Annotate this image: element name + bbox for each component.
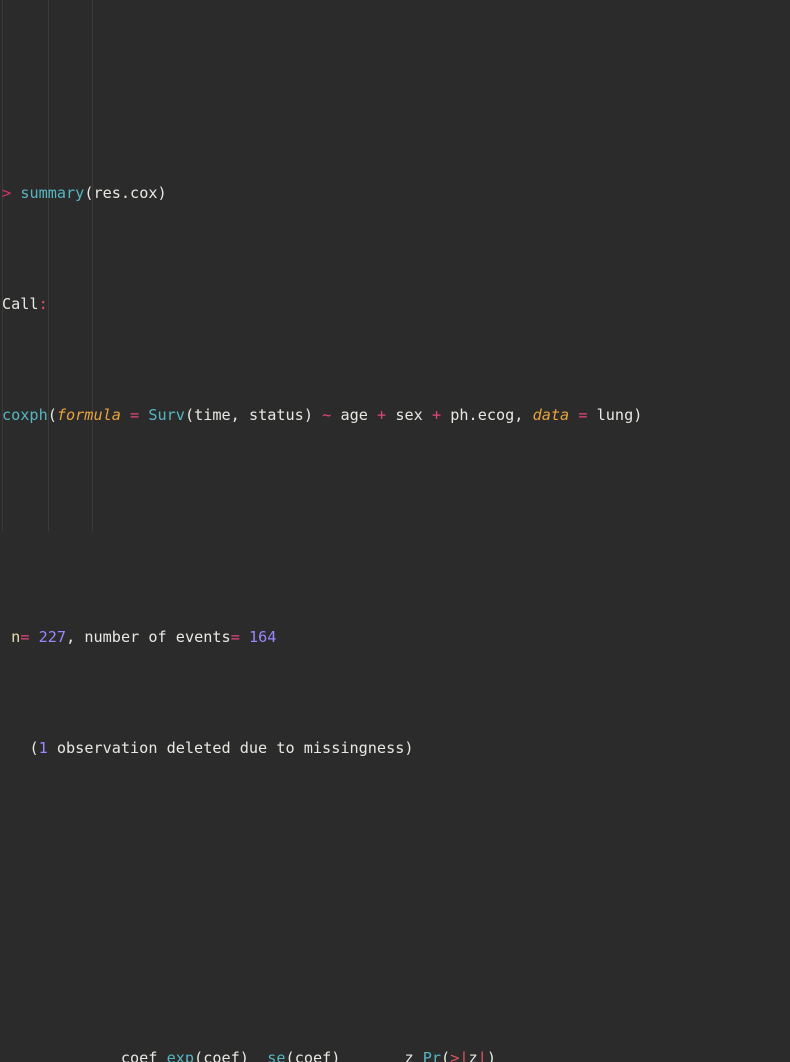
formula-term-sex: sex <box>395 405 423 424</box>
sp <box>386 406 395 424</box>
surv-arguments: time, status <box>194 405 304 424</box>
coxph-function-name: coxph <box>2 405 48 424</box>
note-text: observation deleted due to missingness) <box>47 738 414 757</box>
sp <box>569 406 578 424</box>
coef-table-header: coef exp(coef) se(coef) z Pr(>|z|) <box>2 1047 790 1062</box>
header-pipe-left: | <box>459 1049 469 1062</box>
indent-guide-0 <box>2 0 3 531</box>
header-se-fn: se <box>267 1049 286 1062</box>
formula-term-age: age <box>340 405 368 424</box>
summary-argument: res.cox <box>93 183 158 202</box>
header-exp-fn: exp <box>166 1049 195 1062</box>
plus-operator-2: + <box>431 405 442 424</box>
indent-guide-1 <box>48 0 49 531</box>
note-count: 1 <box>38 738 48 757</box>
close-paren: ) <box>157 183 167 202</box>
formula-equals: = <box>130 405 140 424</box>
paren: ) <box>239 1049 249 1062</box>
header-se-arg: coef <box>294 1049 332 1062</box>
call-expression-line: coxph(formula = Surv(time, status) ~ age… <box>2 404 790 426</box>
sp <box>75 628 84 646</box>
sp <box>313 406 322 424</box>
sp <box>157 1049 166 1062</box>
sp <box>423 406 432 424</box>
tilde-operator: ~ <box>322 405 332 424</box>
events-equals: = <box>230 627 240 646</box>
call-label: Call <box>2 294 39 313</box>
data-argument-name: data <box>532 405 570 424</box>
sp <box>340 1049 404 1062</box>
sp <box>139 406 148 424</box>
header-z-inner: z <box>468 1049 478 1062</box>
sp <box>249 1049 267 1062</box>
sp <box>29 628 38 646</box>
prompt-symbol: > <box>2 183 12 202</box>
sp <box>240 628 249 646</box>
missingness-note-line: (1 observation deleted due to missingnes… <box>2 737 790 759</box>
header-gt-sign: > <box>450 1049 460 1062</box>
sample-size-line: n= 227, number of events= 164 <box>2 626 790 648</box>
n-label: n <box>11 627 21 646</box>
events-value: 164 <box>249 627 277 646</box>
pad <box>2 1049 121 1062</box>
paren: ( <box>441 1049 451 1062</box>
header-coef: coef <box>120 1049 158 1062</box>
call-colon: : <box>38 294 48 313</box>
n-comma: , <box>66 627 76 646</box>
surv-open-paren: ( <box>184 405 195 424</box>
formula-argument-name: formula <box>56 405 121 424</box>
summary-function-name: summary <box>20 183 85 202</box>
header-pr-fn: Pr <box>422 1049 442 1062</box>
r-console-output[interactable]: > summary(res.cox) Call: coxph(formula =… <box>0 0 790 1062</box>
sp <box>587 406 596 424</box>
header-pipe-right: | <box>477 1049 487 1062</box>
coxph-close-paren: ) <box>633 405 643 424</box>
console-command-line[interactable]: > summary(res.cox) <box>2 182 790 204</box>
call-label-line: Call: <box>2 293 790 315</box>
indent-guide-2 <box>92 0 93 531</box>
sp <box>368 406 377 424</box>
paren: ( <box>285 1049 295 1062</box>
n-value: 227 <box>38 627 67 646</box>
n-equals: = <box>20 627 30 646</box>
events-label: number of events <box>84 627 231 646</box>
sp <box>414 1049 423 1062</box>
paren: ) <box>486 1049 496 1062</box>
note-open-paren: ( <box>29 738 39 757</box>
paren: ) <box>331 1049 341 1062</box>
sp <box>441 406 450 424</box>
header-z: z <box>404 1049 414 1062</box>
sp <box>121 406 130 424</box>
header-exp-arg: coef <box>203 1049 240 1062</box>
plus-operator-1: + <box>377 405 387 424</box>
surv-function-name: Surv <box>148 405 185 424</box>
surv-close-paren: ) <box>303 405 313 424</box>
coxph-open-paren: ( <box>47 405 57 424</box>
sp <box>523 406 532 424</box>
formula-term-phecog: ph.ecog <box>450 405 515 424</box>
paren: ( <box>194 1049 204 1062</box>
data-argument-value: lung <box>596 405 634 424</box>
